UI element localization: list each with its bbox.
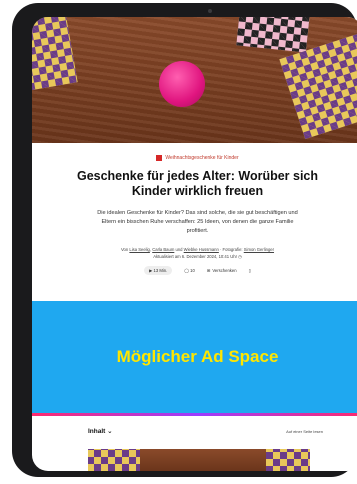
- author-and: und: [175, 247, 183, 252]
- toc-toggle[interactable]: Inhalt ⌄: [88, 427, 113, 435]
- article-header: Weihnachtsgeschenke für Kinder Geschenke…: [32, 143, 357, 275]
- comments-button[interactable]: ◯ 10: [184, 266, 195, 275]
- author-link-1[interactable]: Lisa Seelig: [129, 247, 150, 252]
- camera-dot: [208, 9, 212, 13]
- author-link-2[interactable]: Carla Baum: [152, 247, 174, 252]
- photographer-link[interactable]: Simon Gerlinger: [244, 247, 274, 252]
- tablet-frame: Weihnachtsgeschenke für Kinder Geschenke…: [12, 3, 357, 477]
- photo-prefix: · Fotografie:: [220, 247, 243, 252]
- kicker[interactable]: Weihnachtsgeschenke für Kinder: [32, 155, 357, 161]
- author-line: Von Lisa Seelig, Carla Baum und Wiebke H…: [66, 246, 329, 260]
- gift-box-bottom-right: [266, 449, 310, 471]
- kicker-label: Weihnachtsgeschenke für Kinder: [165, 155, 239, 161]
- author-link-3[interactable]: Wiebke Hussmann: [184, 247, 219, 252]
- pink-ball: [159, 61, 205, 107]
- ad-label: Möglicher Ad Space: [116, 347, 279, 366]
- share-button[interactable]: ⊞ Verschenken: [207, 266, 237, 275]
- read-one-page-link[interactable]: Auf einer Seite lesen: [286, 429, 323, 434]
- tablet-screen: Weihnachtsgeschenke für Kinder Geschenke…: [32, 17, 357, 471]
- author-sep: ,: [149, 247, 152, 252]
- ad-space: Möglicher Ad Space: [32, 301, 357, 413]
- hero-image: [32, 17, 357, 143]
- listen-button[interactable]: ▶ 13 Min.: [144, 266, 173, 275]
- kicker-icon: [156, 155, 163, 161]
- gift-box-bottom: [88, 449, 140, 471]
- bookmark-icon[interactable]: ▯: [249, 266, 251, 275]
- share-label: Verschenken: [212, 268, 237, 273]
- updated-timestamp: Aktualisiert am 6. Dezember 2024, 10:41 …: [153, 254, 237, 259]
- content-image: [88, 449, 310, 471]
- toc-bar: Inhalt ⌄ Auf einer Seite lesen: [32, 416, 357, 446]
- authors-prefix: Von: [120, 247, 129, 252]
- teaser: Die idealen Geschenke für Kinder? Das si…: [97, 210, 298, 234]
- headline: Geschenke für jedes Alter: Worüber sich …: [76, 169, 319, 198]
- article-actions: ▶ 13 Min. ◯ 10 ⊞ Verschenken ▯: [32, 266, 357, 275]
- gift-icon: ⊞: [206, 268, 211, 273]
- clock-icon: ◷: [238, 254, 242, 259]
